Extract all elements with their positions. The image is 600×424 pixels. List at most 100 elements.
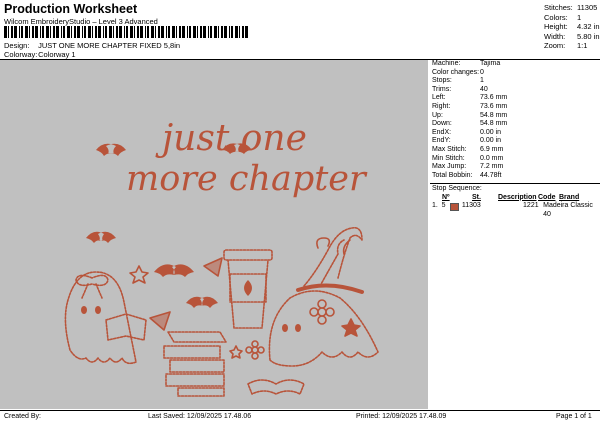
- info-label: Trims:: [432, 85, 452, 93]
- open-book-icon: [247, 379, 305, 395]
- thread-color-swatch: [450, 203, 459, 212]
- stat-row: Height: 4.32 in: [544, 22, 600, 32]
- info-value: Tajima: [480, 60, 501, 67]
- witch-hat-icon: [296, 226, 364, 294]
- software-subtitle: Wilcom EmbroideryStudio – Level 3 Advanc…: [4, 17, 158, 26]
- info-value: 1: [480, 77, 484, 85]
- stat-label: Colors:: [544, 12, 568, 22]
- stat-label: Height:: [544, 22, 568, 32]
- star-icon: [129, 265, 149, 284]
- info-label: Color changes:: [432, 68, 480, 76]
- stat-value: 1:1: [577, 41, 588, 51]
- info-row: Machine: Tajima: [432, 60, 507, 69]
- info-value: 0.00 in: [480, 128, 502, 136]
- info-label: Machine:: [432, 60, 461, 67]
- script-line-2: more chapter: [126, 159, 368, 199]
- bat-icon: [154, 264, 194, 277]
- page-title: Production Worksheet: [4, 2, 138, 16]
- row-number: 5: [441, 202, 446, 210]
- stat-value: 4.32 in: [577, 22, 600, 32]
- stat-row: Zoom: 1:1: [544, 41, 600, 51]
- info-row: Color changes: 0: [432, 69, 507, 78]
- star-icon: [229, 345, 243, 359]
- info-row: Trims: 40: [432, 86, 507, 95]
- footer-divider: [0, 410, 600, 411]
- row-index: 1.: [432, 202, 438, 210]
- info-label: Right:: [432, 102, 451, 110]
- info-value: 73.6 mm: [480, 102, 508, 110]
- stop-sequence-header: Nº St. Description Code Brand: [432, 194, 600, 203]
- stat-label: Stitches:: [544, 3, 573, 12]
- stat-label: Zoom:: [544, 41, 566, 51]
- colorway-label: Colorway:: [4, 50, 38, 59]
- design-preview: just one more chapter: [0, 60, 428, 409]
- stat-value: 11305: [577, 3, 598, 12]
- info-label: Min Stitch:: [432, 154, 465, 162]
- stat-row: Colors: 1: [544, 13, 600, 23]
- embroidery-design: just one more chapter: [64, 118, 379, 397]
- stats-panel: Stitches: 11305 Colors: 1 Height: 4.32 in W…: [544, 3, 600, 51]
- star-icon: [341, 318, 361, 337]
- info-value: 54.8 mm: [480, 120, 508, 128]
- info-value: 73.6 mm: [480, 94, 508, 102]
- info-label: Up:: [432, 111, 443, 119]
- info-label: Max Jump:: [432, 163, 467, 171]
- last-saved: Last Saved: 12/09/2025 17.48.06: [148, 413, 252, 420]
- col-code: Code: [538, 193, 556, 201]
- flower-icon: [245, 340, 265, 360]
- col-number: Nº: [442, 193, 450, 201]
- row-code: 1221: [523, 202, 539, 210]
- created-by: Created By:: [4, 413, 41, 420]
- info-row: Max Jump: 7.2 mm: [432, 163, 507, 172]
- info-label: Left:: [432, 94, 446, 102]
- stat-row: Width: 5.80 in: [544, 32, 600, 42]
- barcode: [4, 26, 248, 38]
- colorway-name: Colorway 1: [38, 50, 76, 59]
- machine-info-panel: Machine: Tajima Color changes: 0 Stops: 1 T…: [432, 60, 507, 180]
- bat-icon: [86, 231, 116, 243]
- info-row: EndY: 0.00 in: [432, 137, 507, 146]
- stat-row: Stitches: 11305: [544, 3, 600, 13]
- info-value: 0.00 in: [480, 137, 502, 145]
- bat-icon: [186, 296, 218, 308]
- info-row: Left: 73.6 mm: [432, 94, 507, 103]
- bat-icon: [96, 143, 126, 156]
- info-row: EndX: 0.00 in: [432, 129, 507, 138]
- col-brand: Brand: [559, 193, 580, 201]
- row-brand: Madeira Classic 40: [543, 202, 593, 218]
- sequence-divider: [430, 183, 600, 184]
- info-row: Stops: 1: [432, 77, 507, 86]
- candy-corn-icon: [149, 311, 171, 331]
- page-number: Page 1 of 1: [556, 413, 592, 420]
- info-value: 44.78ft: [480, 171, 502, 179]
- col-stitches: St.: [472, 193, 481, 201]
- stop-sequence-panel: Stop Sequence: Nº St. Description Code B…: [432, 185, 600, 219]
- info-label: EndX:: [432, 128, 452, 136]
- info-value: 7.2 mm: [480, 163, 504, 171]
- stat-value: 1: [577, 12, 582, 22]
- info-label: EndY:: [432, 137, 451, 145]
- info-row: Total Bobbin: 44.78ft: [432, 172, 507, 181]
- info-row: Max Stitch: 6.9 mm: [432, 146, 507, 155]
- info-value: 54.8 mm: [480, 111, 508, 119]
- info-label: Max Stitch:: [432, 145, 467, 153]
- info-label: Down:: [432, 120, 452, 128]
- info-row: Down: 54.8 mm: [432, 120, 507, 129]
- candy-corn-icon: [203, 257, 223, 277]
- stat-label: Width:: [544, 31, 566, 41]
- info-label: Total Bobbin:: [432, 171, 473, 179]
- ghost-with-bow-icon: [64, 271, 147, 365]
- flower-icon: [309, 299, 335, 325]
- info-row: Right: 73.6 mm: [432, 103, 507, 112]
- info-value: 6.9 mm: [480, 145, 504, 153]
- info-label: Stops:: [432, 77, 452, 85]
- colorway-row: Colorway: Colorway 1: [4, 50, 76, 59]
- row-description: [485, 202, 523, 219]
- stop-sequence-label: Stop Sequence:: [432, 185, 482, 192]
- info-row: Min Stitch: 0.0 mm: [432, 155, 507, 164]
- info-row: Up: 54.8 mm: [432, 112, 507, 121]
- table-row: 1. 5 11303 1221 Madeira Classic 40: [432, 202, 600, 219]
- curl-icon: [316, 237, 331, 249]
- stat-value: 5.80 in: [577, 31, 600, 41]
- design-row: Design: JUST ONE MORE CHAPTER FIXED 5,8i…: [4, 41, 180, 50]
